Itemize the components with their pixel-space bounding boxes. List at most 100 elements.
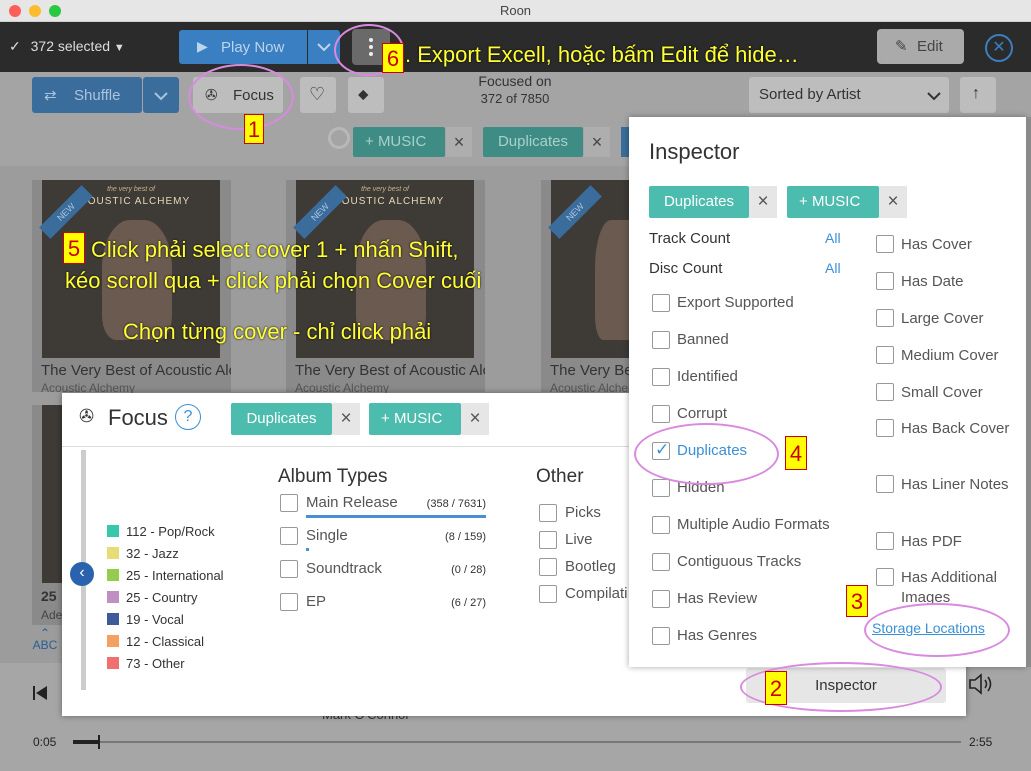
- option-label: Has Genres: [677, 627, 758, 644]
- close-selection-button[interactable]: ✕: [985, 34, 1013, 62]
- track-count-all[interactable]: All: [825, 230, 841, 246]
- annotation-text: kéo scroll qua + click phải chọn Cover c…: [65, 268, 482, 293]
- duplicates-chip[interactable]: Duplicates: [231, 403, 332, 435]
- checkbox[interactable]: [876, 346, 894, 364]
- close-icon: ×: [887, 191, 899, 212]
- remove-chip-button[interactable]: ×: [332, 403, 360, 435]
- checkbox[interactable]: [876, 419, 894, 437]
- checkbox[interactable]: [876, 383, 894, 401]
- checkbox[interactable]: [652, 516, 670, 534]
- remove-chip-button[interactable]: ×: [584, 127, 610, 157]
- legend-item[interactable]: 73 - Other: [107, 653, 224, 675]
- abc-label: ABC: [32, 638, 58, 652]
- duplicates-filter-chip[interactable]: Duplicates: [483, 127, 583, 157]
- chevron-down-icon: [317, 43, 331, 52]
- window-title-bar: Roon: [0, 0, 1031, 22]
- legend-item[interactable]: 32 - Jazz: [107, 543, 224, 565]
- seek-handle[interactable]: [98, 735, 100, 749]
- checkbox[interactable]: [652, 553, 670, 571]
- jump-to-top[interactable]: ⌃ ABC: [32, 627, 58, 651]
- checkbox[interactable]: [652, 331, 670, 349]
- legend-item[interactable]: 25 - International: [107, 565, 224, 587]
- close-window-icon[interactable]: [9, 5, 21, 17]
- live-checkbox[interactable]: [539, 531, 557, 549]
- remove-chip-button[interactable]: ×: [446, 127, 472, 157]
- plus-icon: +: [799, 193, 812, 210]
- seek-progress: [73, 740, 99, 744]
- checkbox[interactable]: [652, 294, 670, 312]
- checkbox[interactable]: [652, 479, 670, 497]
- option-label: Has Date: [901, 273, 964, 290]
- caret-down-icon: ▼: [113, 42, 125, 54]
- checkbox[interactable]: [652, 627, 670, 645]
- legend-item[interactable]: 12 - Classical: [107, 631, 224, 653]
- checkbox[interactable]: [876, 235, 894, 253]
- album-card-partial[interactable]: 25 Ade: [32, 405, 62, 625]
- seek-bar[interactable]: [73, 741, 961, 743]
- checkbox[interactable]: [876, 532, 894, 550]
- album-title[interactable]: The Very Best of Acoustic Alchemy: [41, 362, 231, 379]
- picks-checkbox[interactable]: [539, 504, 557, 522]
- album-title[interactable]: The Very Best of Acoustic Alchemy: [295, 362, 485, 379]
- maximize-window-icon[interactable]: [49, 5, 61, 17]
- other-heading: Other: [536, 466, 584, 487]
- checkbox[interactable]: [652, 590, 670, 608]
- option-count: (8 / 159): [445, 531, 486, 543]
- ep-checkbox[interactable]: [280, 593, 298, 611]
- option-label: Main Release: [306, 494, 398, 511]
- tag-icon: ⬥: [358, 86, 369, 103]
- selection-dropdown[interactable]: ✓ 372 selected ▼: [9, 38, 125, 55]
- soundtrack-checkbox[interactable]: [280, 560, 298, 578]
- checkmark-icon: ✓: [9, 38, 21, 54]
- help-button[interactable]: ?: [175, 404, 201, 430]
- remove-chip-button[interactable]: ×: [461, 403, 489, 435]
- volume-icon[interactable]: [968, 672, 994, 696]
- remove-chip-button[interactable]: ×: [879, 186, 907, 218]
- play-now-label: Play Now: [221, 39, 285, 56]
- single-checkbox[interactable]: [280, 527, 298, 545]
- duplicates-chip[interactable]: Duplicates: [649, 186, 749, 218]
- disc-count-label: Disc Count: [649, 260, 723, 277]
- album-types-heading: Album Types: [278, 466, 388, 487]
- collapse-button[interactable]: ‹: [70, 562, 94, 586]
- close-icon: ✕: [992, 39, 1006, 56]
- music-chip[interactable]: + MUSIC: [787, 186, 879, 218]
- tag-button[interactable]: ⬥: [348, 77, 384, 113]
- minimize-window-icon[interactable]: [29, 5, 41, 17]
- previous-track-icon[interactable]: [33, 686, 47, 700]
- aperture-icon: ✇: [79, 406, 95, 426]
- sort-dropdown[interactable]: Sorted by Artist: [749, 77, 949, 113]
- bootleg-checkbox[interactable]: [539, 558, 557, 576]
- album-card[interactable]: NEW The Very Best of Acoustic Alchemy Ac…: [541, 180, 635, 395]
- main-release-checkbox[interactable]: [280, 494, 298, 512]
- checkbox[interactable]: [876, 272, 894, 290]
- legend-item[interactable]: 112 - Pop/Rock: [107, 521, 224, 543]
- chip-label: MUSIC: [393, 410, 443, 427]
- option-label: Identified: [677, 368, 738, 385]
- favorite-button[interactable]: ♡: [300, 77, 336, 113]
- album-title[interactable]: The Very Best of Acoustic Alchemy: [550, 362, 631, 379]
- legend-item[interactable]: 19 - Vocal: [107, 609, 224, 631]
- checkbox[interactable]: [876, 309, 894, 327]
- play-now-button[interactable]: ▶ Play Now: [179, 30, 307, 64]
- disc-count-all[interactable]: All: [825, 260, 841, 276]
- sort-direction-button[interactable]: ↑: [960, 77, 996, 113]
- shuffle-options-button[interactable]: [143, 77, 179, 113]
- option-count: (0 / 28): [451, 564, 486, 576]
- close-icon: ×: [591, 132, 603, 152]
- music-chip[interactable]: + MUSIC: [369, 403, 461, 435]
- checkbox[interactable]: [876, 475, 894, 493]
- compilation-checkbox[interactable]: [539, 585, 557, 603]
- legend-item[interactable]: 25 - Country: [107, 587, 224, 609]
- edit-button[interactable]: ✎ Edit: [877, 29, 964, 64]
- shuffle-button[interactable]: ⇄ Shuffle: [32, 77, 142, 113]
- music-filter-chip[interactable]: + MUSIC: [353, 127, 445, 157]
- checkbox[interactable]: [652, 368, 670, 386]
- close-icon: ×: [453, 132, 465, 152]
- remove-chip-button[interactable]: ×: [749, 186, 777, 218]
- checkbox[interactable]: [652, 405, 670, 423]
- edit-label: Edit: [917, 38, 943, 55]
- option-label: Corrupt: [677, 405, 728, 422]
- annotation-number: 1: [244, 114, 264, 144]
- checkbox[interactable]: [876, 568, 894, 586]
